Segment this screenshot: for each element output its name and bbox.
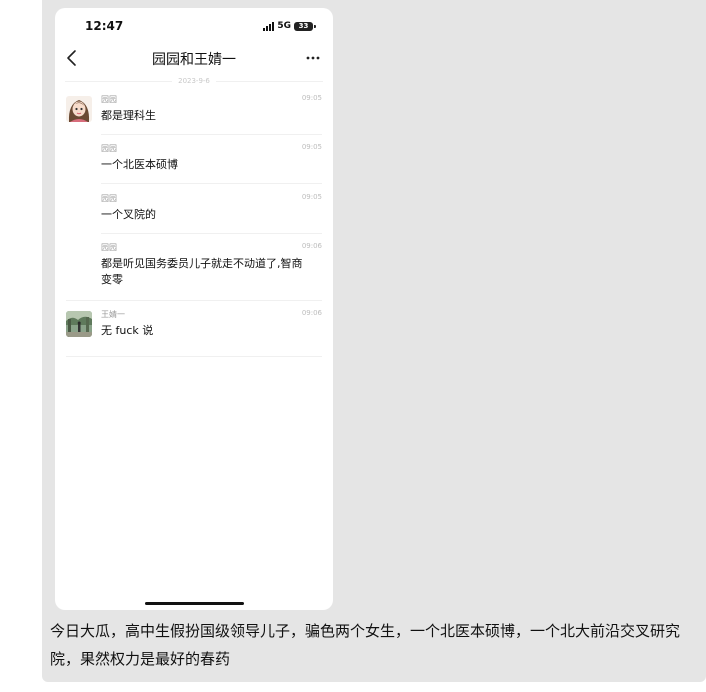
message-text: 一个北医本硕博 — [101, 158, 178, 171]
message-time: 09:05 — [301, 94, 322, 102]
date-label: 2023-9-6 — [178, 77, 210, 85]
network-label: 5G — [277, 21, 291, 31]
battery-icon: 33 — [294, 21, 316, 31]
date-separator: 2023-9-6 — [65, 74, 323, 88]
avatar-wangjingyi[interactable] — [66, 311, 92, 337]
divider — [101, 183, 322, 184]
more-options-icon[interactable] — [305, 50, 321, 66]
message-time: 09:06 — [301, 242, 322, 250]
message-text: 无 fuck 说 — [101, 324, 154, 337]
message-time: 09:05 — [301, 193, 322, 201]
divider — [66, 356, 322, 357]
avatar-yuanyuan[interactable] — [66, 96, 92, 122]
chat-title: 园园和王婧一 — [152, 52, 236, 68]
message-time: 09:05 — [301, 143, 322, 151]
message-sender: 园园 — [101, 194, 117, 203]
message-text: 都是听见国务委员儿子就走不动道了,智商变零 — [101, 257, 303, 286]
chat-screenshot: 12:47 5G 33 园园和王婧一 2023-9-6 园园 09:05 都是理… — [55, 8, 333, 610]
status-time: 12:47 — [85, 19, 124, 33]
message-time: 09:06 — [301, 309, 322, 317]
message-sender: 园园 — [101, 95, 117, 104]
message-sender: 园园 — [101, 144, 117, 153]
home-indicator — [145, 602, 244, 605]
chat-header: 园园和王婧一 — [55, 44, 333, 74]
message-sender: 王婧一 — [101, 310, 125, 319]
divider — [101, 134, 322, 135]
status-bar: 12:47 5G 33 — [55, 8, 333, 44]
status-icons: 5G 33 — [263, 21, 316, 31]
message-text: 都是理科生 — [101, 109, 156, 122]
divider — [101, 233, 322, 234]
post-caption: 今日大瓜，高中生假扮国级领导儿子，骗色两个女生，一个北医本硕博，一个北大前沿交叉… — [50, 622, 681, 668]
divider — [66, 300, 322, 301]
message-sender: 园园 — [101, 243, 117, 252]
signal-icon — [263, 21, 275, 31]
message-text: 一个叉院的 — [101, 208, 156, 221]
